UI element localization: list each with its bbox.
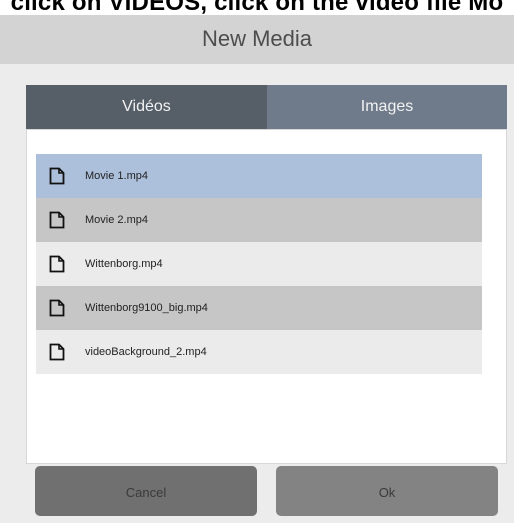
file-name: Wittenborg9100_big.mp4 [85, 302, 208, 314]
file-name: Movie 2.mp4 [85, 214, 148, 226]
tab-videos[interactable]: Vidéos [26, 85, 267, 129]
tab-images[interactable]: Images [267, 85, 507, 129]
file-icon [49, 299, 65, 317]
dialog-title: New Media [0, 15, 514, 64]
file-row-videobackground-2[interactable]: videoBackground_2.mp4 [36, 330, 482, 374]
file-row-wittenborg[interactable]: Wittenborg.mp4 [36, 242, 482, 286]
file-icon [49, 211, 65, 229]
instruction-text: click on VIDEOS, click on the video file… [10, 0, 504, 15]
file-list-panel[interactable]: Movie 1.mp4 Movie 2.mp4 Wittenborg.mp4 W… [26, 129, 507, 464]
file-name: Wittenborg.mp4 [85, 258, 163, 270]
new-media-dialog: New Media Vidéos Images Movie 1.mp4 Movi… [0, 15, 514, 523]
file-icon [49, 167, 65, 185]
cancel-button[interactable]: Cancel [35, 466, 257, 516]
file-list: Movie 1.mp4 Movie 2.mp4 Wittenborg.mp4 W… [36, 154, 482, 374]
file-icon [49, 343, 65, 361]
file-row-movie-1[interactable]: Movie 1.mp4 [36, 154, 482, 198]
file-name: Movie 1.mp4 [85, 170, 148, 182]
file-name: videoBackground_2.mp4 [85, 346, 207, 358]
ok-button[interactable]: Ok [276, 466, 498, 516]
file-icon [49, 255, 65, 273]
media-type-tabs: Vidéos Images [26, 85, 507, 129]
file-row-movie-2[interactable]: Movie 2.mp4 [36, 198, 482, 242]
file-row-wittenborg9100-big[interactable]: Wittenborg9100_big.mp4 [36, 286, 482, 330]
